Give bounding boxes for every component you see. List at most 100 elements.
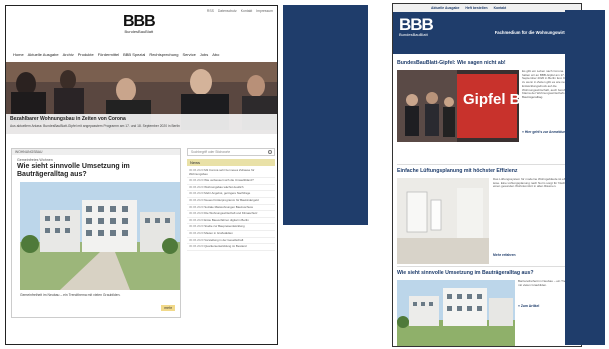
- newsletter-section-gipfel: BundesBauBlatt-Gipfel: Wie sagen nicht a…: [397, 60, 579, 66]
- topnav-link[interactable]: Kontakt: [241, 9, 253, 13]
- hero-title[interactable]: Bezahlbarer Wohnungsbau in Zeiten von Co…: [10, 116, 273, 122]
- news-text: Vorstellung in der Gesellschaft: [204, 237, 244, 242]
- news-item[interactable]: 30.06.2020 Neues Förderprogramm für Bauk…: [187, 198, 275, 205]
- news-date: 30.06.2020: [189, 197, 204, 202]
- news-item[interactable]: 30.06.2020 Mit Corona sehr bei neues Zuh…: [187, 168, 275, 179]
- mainnav-item[interactable]: Jobs: [200, 52, 208, 57]
- news-item[interactable]: 30.06.2020 Mehr Angebot, geringere Nachf…: [187, 191, 275, 198]
- building-photo: [397, 280, 515, 346]
- article-image[interactable]: [397, 280, 515, 346]
- news-date: 30.06.2020: [189, 244, 204, 249]
- mainnav-item[interactable]: Fördermittel: [98, 52, 119, 57]
- more-button[interactable]: mehr: [161, 305, 175, 311]
- newsletter-logo[interactable]: BBB BundesBauBlatt: [399, 15, 434, 37]
- topnav-link[interactable]: Datenschutz: [218, 9, 237, 13]
- topnav-link[interactable]: Impressum: [256, 9, 273, 13]
- mainnav-item[interactable]: Produkte: [78, 52, 94, 57]
- site-header: RSS Datenschutz Kontakt Impressum BBB Bu…: [6, 6, 277, 42]
- newsletter-section-article: Wie sieht sinnvolle Umsetzung im Bauträg…: [397, 270, 579, 276]
- news-item[interactable]: 30.06.2020 Erste Bauverfahren digital in…: [187, 218, 275, 225]
- navy-block: [565, 10, 605, 345]
- hero-text: Aus aktuellem Anlass: BundesBauBlatt-Gip…: [10, 124, 180, 128]
- news-text: Erste Bauverfahren digital in Berlin: [204, 217, 249, 222]
- article-category: Wohnungsbau: [12, 149, 180, 155]
- building-photo: [20, 182, 180, 290]
- search-icon[interactable]: [268, 150, 272, 154]
- search-input[interactable]: Suchbegriff oder Stichworte: [187, 148, 275, 156]
- hero-banner[interactable]: Bezahlbarer Wohnungsbau in Zeiten von Co…: [6, 62, 277, 134]
- news-text: Wie verbessert sich die Umweltbilanz?: [204, 178, 254, 183]
- newsletter-top-bar: Aktuelle Ausgabe Heft bestellen Kontakt: [393, 4, 581, 12]
- site-top-nav: RSS Datenschutz Kontakt Impressum: [207, 9, 273, 13]
- section-title[interactable]: BundesBauBlatt-Gipfel: Wie sagen nicht a…: [397, 60, 579, 66]
- news-list: 30.06.2020 Mit Corona sehr bei neues Zuh…: [187, 168, 275, 251]
- news-item[interactable]: 30.06.2020 Vorstellung in der Gesellscha…: [187, 238, 275, 245]
- newsletter-topbar-link[interactable]: Kontakt: [494, 6, 507, 10]
- article-title[interactable]: Wie sieht sinnvolle Umsetzung im Bauträg…: [17, 163, 175, 179]
- news-heading: News: [187, 159, 275, 166]
- mainnav-item[interactable]: Service: [182, 52, 195, 57]
- section-title[interactable]: Wie sieht sinnvolle Umsetzung im Bauträg…: [397, 270, 579, 276]
- section-divider: [397, 164, 579, 165]
- gipfel-sign-text: Gipfel BBB: [463, 91, 519, 108]
- article-kicker: Gemeinfreies Wohnen: [17, 158, 53, 162]
- mainnav-item[interactable]: Rechtsprechung: [149, 52, 178, 57]
- ventilation-photo: [397, 178, 489, 264]
- news-item[interactable]: 30.06.2020 Studie zur Baupreisentwicklun…: [187, 224, 275, 231]
- news-text: Mehr Angebot, geringere Nachfrage: [204, 191, 251, 196]
- gipfel-image[interactable]: Gipfel BBB: [397, 70, 519, 142]
- news-text: Studie zur Baupreisentwicklung: [204, 224, 245, 229]
- news-text: Mieten in Großstädten: [204, 230, 233, 235]
- section-title[interactable]: Einfache Lüftungsplanung mit höchster Ef…: [397, 168, 579, 174]
- news-item[interactable]: 30.06.2020 Mieten in Großstädten: [187, 231, 275, 238]
- news-item[interactable]: 30.06.2020 Wie verbessert sich die Umwel…: [187, 178, 275, 185]
- website-screenshot: RSS Datenschutz Kontakt Impressum BBB Bu…: [5, 5, 278, 345]
- hero-caption: Bezahlbarer Wohnungsbau in Zeiten von Co…: [6, 114, 277, 134]
- sidebar: Suchbegriff oder Stichworte News 30.06.2…: [187, 148, 275, 328]
- gipfel-photo: Gipfel BBB: [397, 70, 519, 142]
- news-date: 30.06.2020: [189, 211, 204, 216]
- topnav-link[interactable]: RSS: [207, 9, 214, 13]
- news-item[interactable]: 30.06.2020 Soziale Mietwohnungen Bauzusc…: [187, 205, 275, 212]
- news-date: 30.06.2020: [189, 237, 204, 242]
- news-date: 30.06.2020: [189, 204, 204, 209]
- article-image[interactable]: [20, 182, 180, 290]
- logo-subtitle: BundesBauBlatt: [124, 29, 154, 34]
- logo-mark: BBB: [399, 15, 434, 34]
- article-caption: Gemeinfreiheit im Neubau – ein Trendthem…: [20, 293, 121, 297]
- news-item[interactable]: 30.06.2020 Wohnungsbau wächst deutlich: [187, 185, 275, 192]
- news-text: Quartiersentwicklung im Bestand: [204, 244, 247, 249]
- news-date: 30.06.2020: [189, 191, 204, 196]
- newsletter-screenshot: Aktuelle Ausgabe Heft bestellen Kontakt …: [392, 3, 582, 347]
- logo-mark: BBB: [123, 13, 156, 30]
- search-placeholder: Suchbegriff oder Stichworte: [191, 150, 231, 154]
- site-logo[interactable]: BBB BundesBauBlatt: [123, 13, 156, 35]
- mainnav-item[interactable]: Abo: [212, 52, 219, 57]
- ventilation-image[interactable]: [397, 178, 489, 264]
- mainnav-item[interactable]: Archiv: [63, 52, 74, 57]
- news-date: 30.06.2020: [189, 217, 204, 222]
- mainnav-item[interactable]: BBB Spezial: [123, 52, 145, 57]
- news-text: Neues Förderprogramm für Baukindergeld: [204, 197, 259, 202]
- newsletter-topbar-link[interactable]: Heft bestellen: [465, 6, 487, 10]
- screenshot-stage: RSS Datenschutz Kontakt Impressum BBB Bu…: [0, 0, 609, 349]
- news-text: Wohnungsbau wächst deutlich: [204, 184, 244, 189]
- news-date: 30.06.2020: [189, 224, 204, 229]
- newsletter-topbar-link[interactable]: Aktuelle Ausgabe: [431, 6, 459, 10]
- newsletter-section-lueftung: Einfache Lüftungsplanung mit höchster Ef…: [397, 168, 579, 174]
- site-main-nav: Home Aktuelle Ausgabe Archiv Produkte Fö…: [13, 50, 275, 58]
- section-divider: [397, 266, 579, 267]
- featured-article: Wohnungsbau Gemeinfreies Wohnen Wie sieh…: [11, 148, 181, 318]
- navy-block: [283, 5, 368, 225]
- news-date: 30.06.2020: [189, 230, 204, 235]
- mainnav-item[interactable]: Aktuelle Ausgabe: [28, 52, 59, 57]
- mainnav-item[interactable]: Home: [13, 52, 24, 57]
- news-item[interactable]: 30.06.2020 Die Wohnungswirtschaft und Kl…: [187, 211, 275, 218]
- news-item[interactable]: 30.06.2020 Quartiersentwicklung im Besta…: [187, 244, 275, 251]
- news-date: 30.06.2020: [189, 184, 204, 189]
- logo-subtitle: BundesBauBlatt: [399, 32, 428, 37]
- news-text: Soziale Mietwohnungen Bauzuschuss: [204, 204, 253, 209]
- news-date: 30.06.2020: [189, 178, 204, 183]
- newsletter-header: BBB BundesBauBlatt Fachmedium für die Wo…: [393, 12, 581, 54]
- news-text: Die Wohnungswirtschaft und Klimaschutz: [204, 211, 258, 216]
